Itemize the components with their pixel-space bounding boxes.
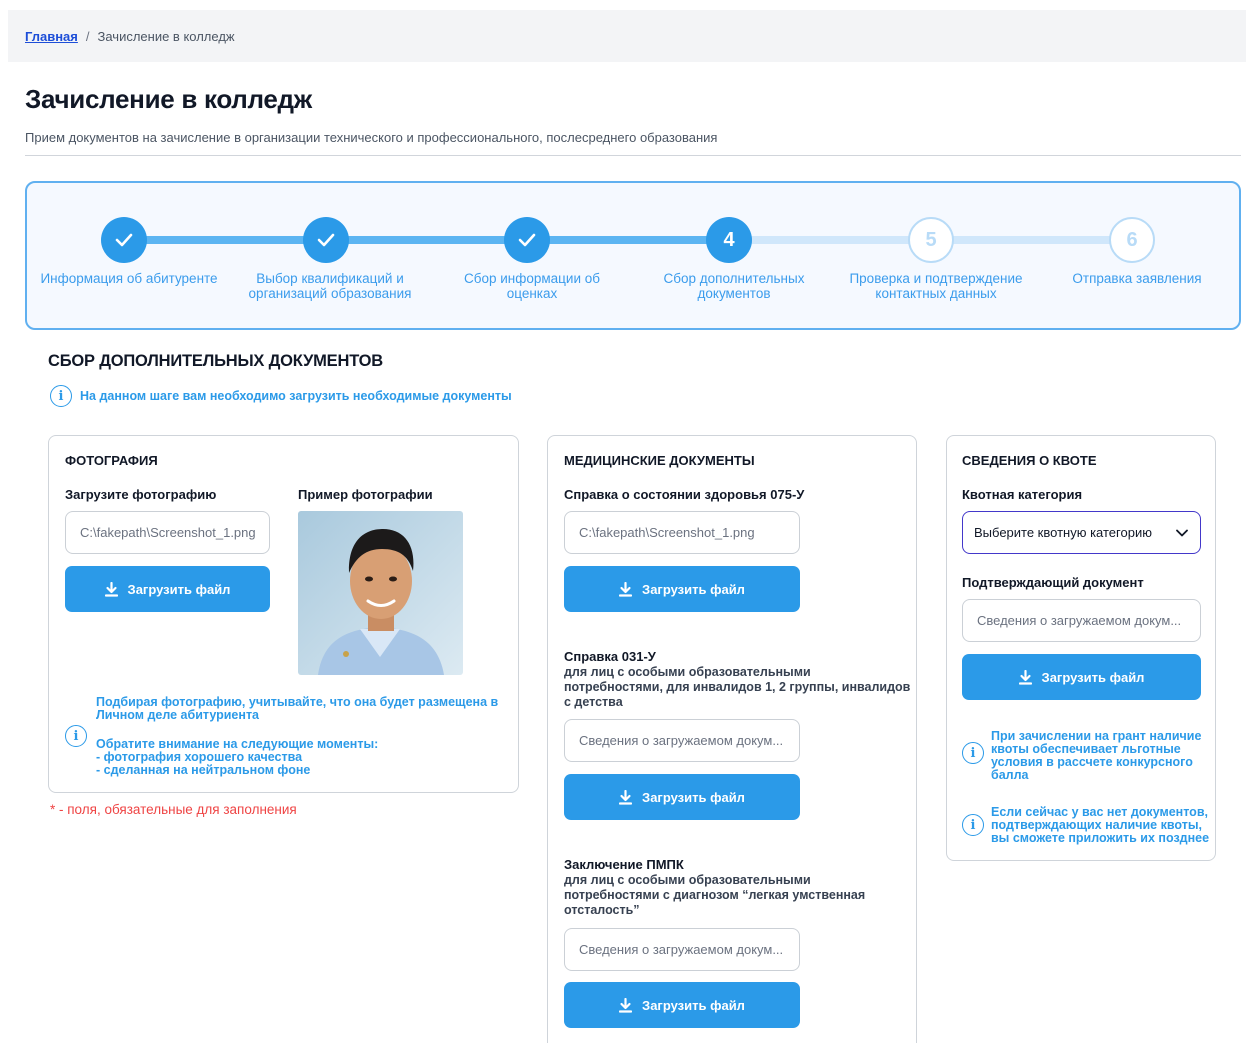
quota-document-label: Подтверждающий документ: [962, 575, 1144, 590]
info-icon: i: [962, 814, 984, 836]
download-icon: [619, 581, 633, 597]
step-5-circle: 5: [908, 217, 954, 263]
step-3-check-icon: [504, 217, 550, 263]
medical-doc2-description-line-1: для лиц с особыми образовательными: [564, 665, 811, 679]
medical-doc3-description-line-3: отсталость”: [564, 903, 640, 917]
step-4-label: Сбор дополнительных документов: [663, 271, 805, 301]
quota-category-select[interactable]: Выберите квотную категорию: [962, 511, 1201, 554]
quota-card: СВЕДЕНИЯ О КВОТЕ Квотная категория Выбер…: [946, 435, 1216, 861]
download-icon: [1018, 669, 1032, 685]
medical-documents-card: МЕДИЦИНСКИЕ ДОКУМЕНТЫ Справка о состояни…: [547, 435, 917, 1043]
section-info-text: На данном шаге вам необходимо загрузить …: [80, 389, 512, 403]
quota-category-label: Квотная категория: [962, 487, 1083, 502]
progress-stepper: 4 5 6 Информация об абитуренте Выбор ква…: [25, 181, 1241, 330]
quota-upload-button[interactable]: Загрузить файл: [962, 654, 1201, 700]
photo-card-title: ФОТОГРАФИЯ: [65, 453, 158, 468]
photo-upload-button[interactable]: Загрузить файл: [65, 566, 270, 612]
medical-doc3-description-line-1: для лиц с особыми образовательными: [564, 873, 811, 887]
quota-document-input[interactable]: Сведения о загружаемом докум...: [962, 599, 1201, 642]
quota-upload-button-label: Загрузить файл: [1041, 669, 1145, 685]
photo-upload-label: Загрузите фотографию: [65, 487, 217, 502]
medical-doc2-description: для лиц с особыми образовательными потре…: [564, 665, 910, 710]
quota-category-select-value: Выберите квотную категорию: [974, 525, 1152, 540]
info-icon: i: [65, 725, 87, 747]
breadcrumb-home-link[interactable]: Главная: [25, 29, 78, 44]
medical-doc2-label: Справка 031-У: [564, 649, 656, 664]
medical-doc1-upload-button[interactable]: Загрузить файл: [564, 566, 800, 612]
medical-doc2-upload-button[interactable]: Загрузить файл: [564, 774, 800, 820]
medical-doc2-description-line-3: с детства: [564, 695, 623, 709]
example-photo: [298, 511, 463, 675]
quota-grant-note: i При зачислении на грант наличие квоты …: [962, 730, 1201, 782]
medical-doc3-description: для лиц с особыми образовательными потре…: [564, 873, 865, 918]
medical-doc3-label: Заключение ПМПК: [564, 857, 684, 872]
title-divider: [25, 155, 1241, 156]
photo-file-input[interactable]: C:\fakepath\Screenshot_1.png: [65, 511, 270, 554]
breadcrumb-current: Зачисление в колледж: [97, 28, 235, 44]
step-3-label: Сбор информации об оценках: [464, 271, 600, 301]
photo-example-label: Пример фотографии: [298, 487, 433, 502]
photo-upload-button-label: Загрузить файл: [127, 581, 231, 597]
info-icon: i: [50, 385, 72, 407]
step-5-label: Проверка и подтверждение контактных данн…: [849, 271, 1023, 301]
photo-note: Подбирая фотографию, учитывайте, что она…: [96, 696, 498, 722]
step-2-check-icon: [303, 217, 349, 263]
quota-grant-note-text: При зачислении на грант наличие квоты об…: [991, 730, 1201, 782]
quota-later-note: i Если сейчас у вас нет документов, подт…: [962, 806, 1209, 845]
chevron-down-icon: [1176, 525, 1188, 540]
step-1-label: Информация об абитуренте: [40, 271, 218, 286]
medical-doc3-upload-label: Загрузить файл: [642, 997, 745, 1013]
medical-doc3-upload-button[interactable]: Загрузить файл: [564, 982, 800, 1028]
medical-doc3-description-line-2: потребностями с диагнозом “легкая умстве…: [564, 888, 866, 902]
step-6-label: Отправка заявления: [1072, 271, 1202, 286]
required-fields-note: * - поля, обязательные для заполнения: [50, 802, 297, 817]
medical-card-title: МЕДИЦИНСКИЕ ДОКУМЕНТЫ: [564, 453, 755, 468]
stepper-line-completed: [127, 236, 727, 244]
medical-doc1-upload-label: Загрузить файл: [642, 581, 745, 597]
download-icon: [104, 581, 118, 597]
medical-doc2-description-line-2: потребностями, для инвалидов 1, 2 группы…: [564, 680, 911, 694]
medical-doc1-label: Справка о состоянии здоровья 075-У: [564, 487, 805, 502]
photo-note-line-2: Личном деле абитуриента: [96, 708, 260, 722]
download-icon: [619, 789, 633, 805]
quota-grant-note-line-4: балла: [991, 768, 1029, 782]
breadcrumb-separator: /: [85, 28, 90, 44]
section-info: i На данном шаге вам необходимо загрузит…: [50, 385, 512, 407]
medical-doc1-file-input[interactable]: C:\fakepath\Screenshot_1.png: [564, 511, 800, 554]
medical-doc2-info-input[interactable]: Сведения о загружаемом докум...: [564, 719, 800, 762]
step-6-circle: 6: [1109, 217, 1155, 263]
step-4-circle: 4: [706, 217, 752, 263]
section-title: СБОР ДОПОЛНИТЕЛЬНЫХ ДОКУМЕНТОВ: [48, 352, 384, 370]
step-1-check-icon: [101, 217, 147, 263]
photo-attention-item-2: - сделанная на нейтральном фоне: [96, 763, 311, 777]
photo-attention-note: Обратите внимание на следующие моменты: …: [96, 738, 378, 777]
quota-card-title: СВЕДЕНИЯ О КВОТЕ: [962, 453, 1097, 468]
page-title: Зачисление в колледж: [25, 84, 312, 114]
download-icon: [619, 997, 633, 1013]
quota-later-note-line-3: вы сможете приложить их позднее: [991, 831, 1210, 845]
quota-later-note-text: Если сейчас у вас нет документов, подтве…: [991, 806, 1209, 845]
info-icon: i: [962, 742, 984, 764]
medical-doc3-info-input[interactable]: Сведения о загружаемом докум...: [564, 928, 800, 971]
page-subtitle: Прием документов на зачисление в организ…: [25, 130, 718, 145]
step-2-label: Выбор квалификаций и организаций образов…: [248, 271, 412, 301]
breadcrumb: Главная / Зачисление в колледж: [8, 10, 1246, 62]
medical-doc2-upload-label: Загрузить файл: [642, 789, 745, 805]
